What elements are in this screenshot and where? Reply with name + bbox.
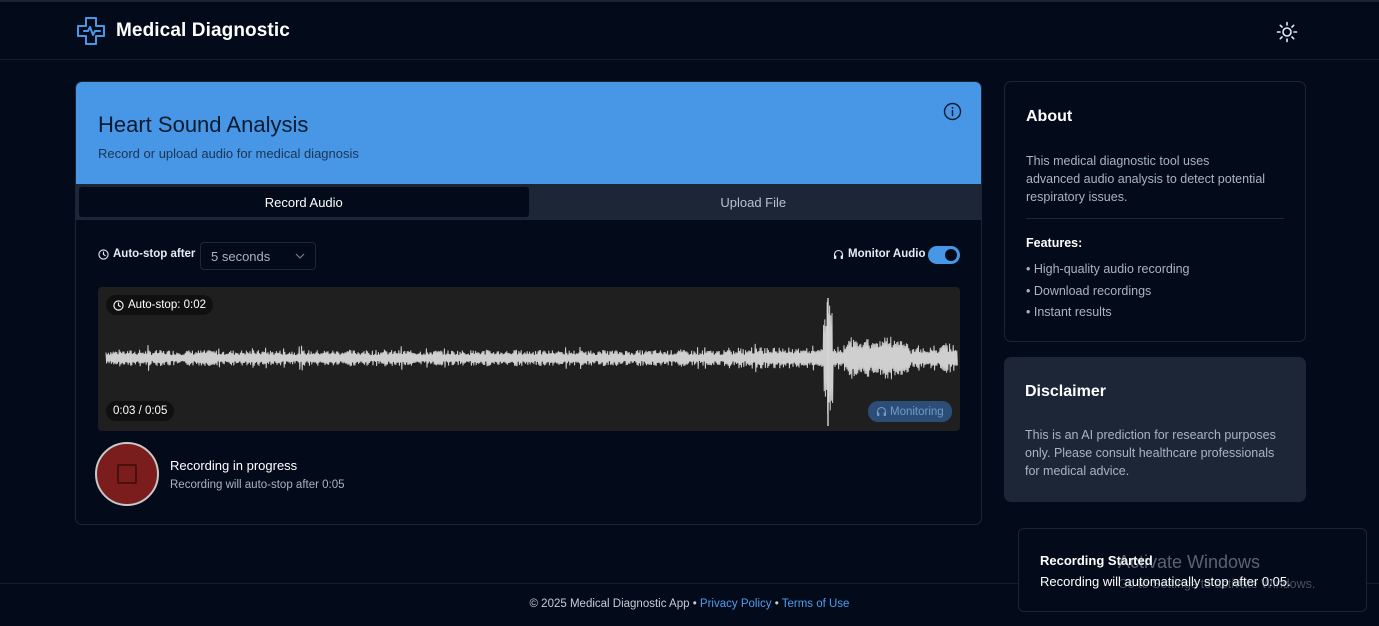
tab-upload-file[interactable]: Upload File bbox=[529, 187, 979, 217]
auto-stop-text: Auto-stop after bbox=[113, 248, 196, 260]
recording-status-title: Recording in progress bbox=[170, 458, 298, 473]
card-header: Heart Sound Analysis Record or upload au… bbox=[76, 82, 981, 184]
disclaimer-text: This is an AI prediction for research pu… bbox=[1025, 428, 1276, 478]
info-icon[interactable] bbox=[943, 102, 962, 121]
monitoring-badge-text: Monitoring bbox=[890, 405, 944, 418]
footer-separator: • bbox=[689, 598, 700, 610]
disclaimer-title: Disclaimer bbox=[1025, 383, 1106, 400]
headphones-icon bbox=[833, 249, 844, 259]
waveform-panel: Auto-stop: 0:02 0:03 / 0:05 Monitoring bbox=[98, 287, 960, 431]
waveform bbox=[105, 298, 958, 426]
auto-stop-label: Auto-stop after bbox=[98, 248, 195, 260]
feature-list: • High-quality audio recording • Downloa… bbox=[1026, 259, 1190, 324]
monitor-audio-text: Monitor Audio bbox=[848, 248, 926, 260]
app-title: Medical Diagnostic bbox=[116, 20, 290, 41]
about-card: About This medical diagnostic tool uses … bbox=[1004, 81, 1306, 342]
heart-cross-logo-icon bbox=[77, 17, 105, 45]
chevron-down-icon bbox=[295, 253, 305, 259]
auto-stop-badge-text: Auto-stop: 0:02 bbox=[128, 299, 206, 311]
toggle-knob bbox=[945, 249, 957, 261]
footer-copyright: © 2025 Medical Diagnostic App bbox=[529, 598, 690, 610]
mode-tabs: Record Audio Upload File bbox=[76, 184, 981, 220]
stop-icon bbox=[117, 464, 137, 484]
tab-record-audio[interactable]: Record Audio bbox=[79, 187, 529, 217]
disclaimer-card: Disclaimer This is an AI prediction for … bbox=[1004, 357, 1306, 502]
card-title: Heart Sound Analysis bbox=[98, 112, 309, 137]
monitor-audio-toggle[interactable] bbox=[928, 246, 960, 264]
activate-windows-subtext: Go to Settings to activate Windows. bbox=[1118, 577, 1316, 591]
auto-stop-badge: Auto-stop: 0:02 bbox=[106, 295, 213, 315]
analysis-card: Heart Sound Analysis Record or upload au… bbox=[75, 81, 982, 525]
feature-item: • Instant results bbox=[1026, 305, 1112, 319]
card-subtitle: Record or upload audio for medical diagn… bbox=[98, 146, 359, 161]
footer-separator: • bbox=[771, 598, 782, 610]
features-label: Features: bbox=[1026, 236, 1083, 250]
clock-icon bbox=[98, 248, 109, 260]
about-title: About bbox=[1026, 108, 1073, 125]
headphones-icon bbox=[876, 406, 887, 416]
feature-item: • Download recordings bbox=[1026, 283, 1152, 298]
brand[interactable]: Medical Diagnostic bbox=[75, 16, 290, 46]
about-description: This medical diagnostic tool uses advanc… bbox=[1026, 154, 1266, 204]
sun-icon[interactable] bbox=[1276, 21, 1298, 43]
monitoring-badge: Monitoring bbox=[868, 401, 952, 422]
activate-windows-watermark: Activate Windows bbox=[1118, 552, 1261, 572]
divider bbox=[1026, 218, 1284, 219]
recording-status-subtitle: Recording will auto-stop after 0:05 bbox=[170, 479, 345, 491]
feature-item: • High-quality audio recording bbox=[1026, 262, 1190, 276]
clock-icon bbox=[113, 299, 124, 311]
auto-stop-value: 5 seconds bbox=[211, 248, 271, 264]
top-bar: Medical Diagnostic bbox=[0, 0, 1379, 60]
auto-stop-select[interactable]: 5 seconds bbox=[200, 242, 316, 270]
controls-row: Auto-stop after 5 seconds Monitor Audio bbox=[98, 242, 960, 270]
stop-recording-button[interactable] bbox=[95, 442, 159, 506]
terms-of-use-link[interactable]: Terms of Use bbox=[782, 598, 850, 610]
privacy-policy-link[interactable]: Privacy Policy bbox=[700, 598, 772, 610]
time-counter: 0:03 / 0:05 bbox=[106, 401, 175, 421]
waveform-trace bbox=[105, 301, 958, 415]
monitor-audio-label: Monitor Audio bbox=[833, 248, 926, 260]
